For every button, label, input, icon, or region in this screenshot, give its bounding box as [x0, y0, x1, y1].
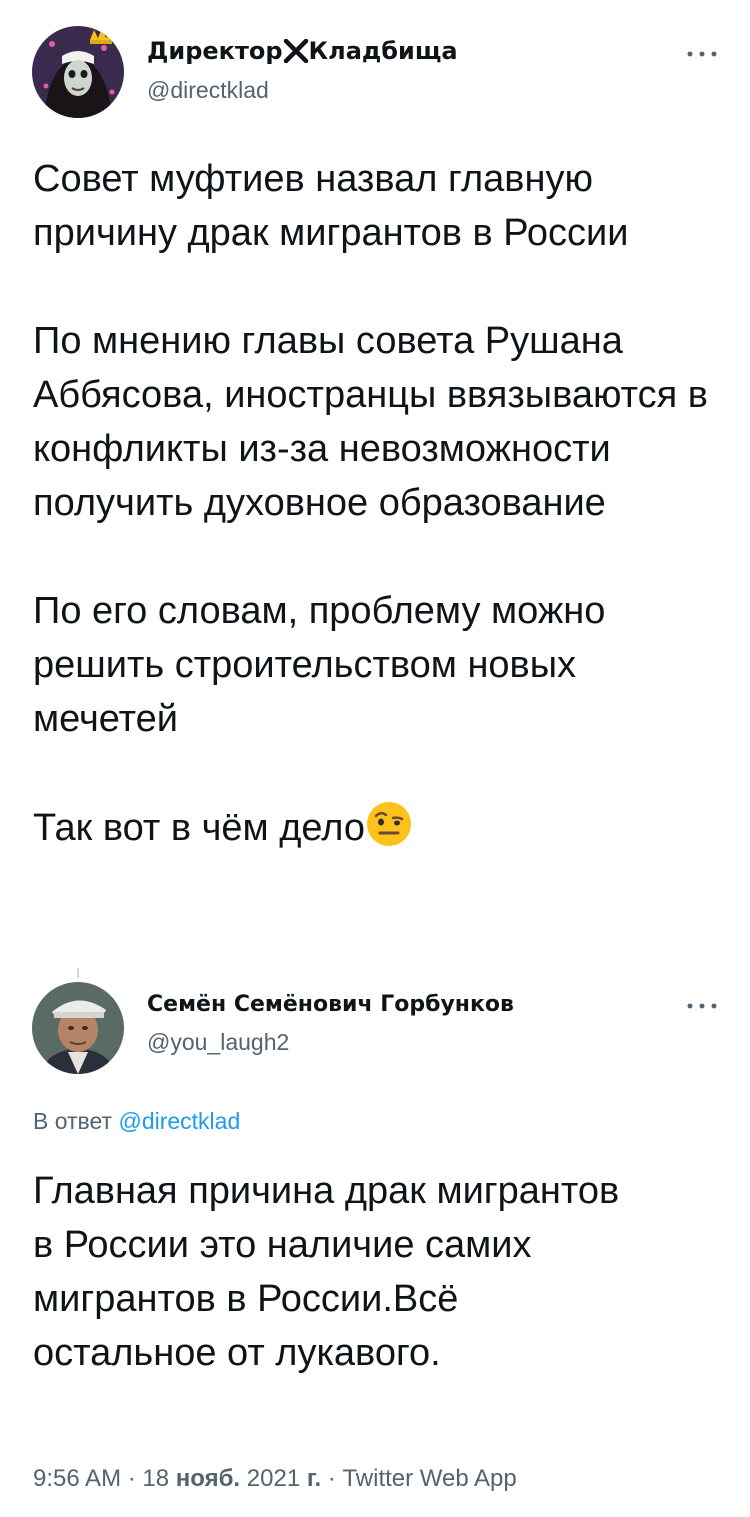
tweet1-display-name[interactable]: Директор Кладбища — [147, 36, 458, 66]
tweet1-text: Совет муфтиев назвал главную причину дра… — [33, 152, 723, 855]
reply-handle-link[interactable]: @directklad — [118, 1108, 240, 1134]
tweet-meta: 9:56 AM · 18 нояб. 2021 г. · Twitter Web… — [33, 1462, 517, 1496]
reply-to-line: В ответ @directklad — [33, 1104, 240, 1138]
date-day: 18 — [142, 1465, 176, 1492]
date-month: нояб. — [175, 1465, 241, 1492]
tweet1-handle[interactable]: @directklad — [147, 76, 269, 104]
tweet1-last-line: Так вот в чём дело — [33, 800, 723, 855]
display-name-part1: Директор — [147, 37, 283, 65]
reply-prefix: В ответ — [33, 1108, 113, 1134]
tweet2-avatar[interactable] — [32, 982, 124, 1074]
tweet-time[interactable]: 9:56 AM — [33, 1465, 121, 1492]
more-options-icon[interactable] — [682, 44, 722, 64]
tweet2-text: Главная причина драк мигрантов в России … — [33, 1170, 620, 1374]
tweet1-header: Директор Кладбища @directklad — [32, 26, 722, 122]
more-options-icon[interactable] — [682, 996, 722, 1016]
nun-avatar-icon — [32, 26, 124, 118]
face-with-raised-eyebrow-emoji-icon — [366, 802, 411, 846]
date-suffix: г. — [306, 1465, 322, 1492]
tweet1-paragraph: Так вот в чём дело — [33, 807, 365, 849]
tweet-source[interactable]: Twitter Web App — [342, 1465, 516, 1492]
meta-separator: · — [321, 1465, 343, 1492]
tweet2-display-name[interactable]: Семён Семёнович Горбунков — [147, 990, 514, 1020]
meta-separator: · — [121, 1465, 143, 1492]
man-in-cap-avatar-icon — [32, 982, 124, 1074]
tweet2-header: Семён Семёнович Горбунков @you_laugh2 — [32, 982, 722, 1078]
tweet1-paragraph: По его словам, проблему можно решить стр… — [33, 590, 606, 740]
date-year: 2021 — [240, 1465, 307, 1492]
tweet1-paragraph: По мнению главы совета Рушана Аббясова, … — [33, 320, 708, 524]
tweet1-avatar[interactable] — [32, 26, 124, 118]
thread-connector-line — [77, 968, 79, 978]
display-name-part2: Кладбища — [308, 37, 458, 65]
tweet-date[interactable]: 18 нояб. 2021 г. — [142, 1465, 321, 1492]
tweet1-paragraph: Совет муфтиев назвал главную причину дра… — [33, 158, 629, 254]
tweet2-handle[interactable]: @you_laugh2 — [147, 1028, 289, 1056]
x-cross-icon — [283, 38, 308, 64]
